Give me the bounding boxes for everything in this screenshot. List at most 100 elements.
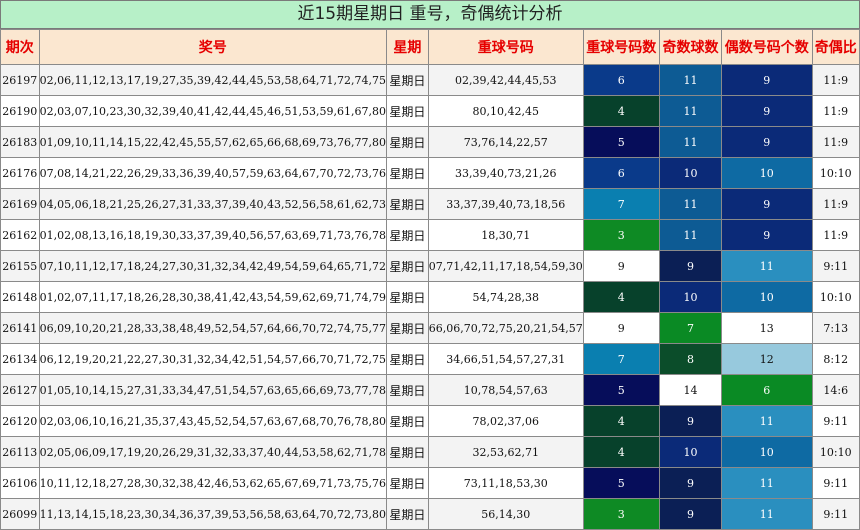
page-title: 近15期星期日 重号，奇偶统计分析 [0,0,860,29]
table-row[interactable]: 26148 01,02,07,11,17,18,26,28,30,38,41,42… [0,281,860,313]
col-header-repeats[interactable]: 重球号码 [427,29,584,65]
odd-count-cell: 11 [658,188,723,220]
issue-cell: 26169 [0,188,40,220]
table-row[interactable]: 26155 07,10,11,12,17,18,24,27,30,31,32,34… [0,250,860,282]
day-cell: 星期日 [385,126,429,158]
numbers-cell: 01,05,10,14,15,27,31,33,34,47,51,54,57,6… [38,374,387,406]
day-cell: 星期日 [385,95,429,127]
issue-cell: 26127 [0,374,40,406]
table-row[interactable]: 26120 02,03,06,10,16,21,35,37,43,45,52,54… [0,405,860,437]
repeat-count-cell: 6 [582,64,660,96]
numbers-cell: 10,11,12,18,27,28,30,32,38,42,46,53,62,6… [38,467,387,499]
table-row[interactable]: 26113 02,05,06,09,17,19,20,26,29,31,32,33… [0,436,860,468]
repeats-cell: 66,06,70,72,75,20,21,54,57 [427,312,584,344]
table-row[interactable]: 26141 06,09,10,20,21,28,33,38,48,49,52,54… [0,312,860,344]
odd-count-cell: 10 [658,157,723,189]
day-cell: 星期日 [385,436,429,468]
day-cell: 星期日 [385,64,429,96]
odd-count-cell: 14 [658,374,723,406]
even-count-cell: 12 [721,343,813,375]
ratio-cell: 11:9 [811,95,860,127]
table-row[interactable]: 26190 02,03,07,10,23,30,32,39,40,41,42,44… [0,95,860,127]
repeats-cell: 07,71,42,11,17,18,54,59,30 [427,250,584,282]
numbers-cell: 02,03,07,10,23,30,32,39,40,41,42,44,45,4… [38,95,387,127]
ratio-cell: 11:9 [811,219,860,251]
table-row[interactable]: 26162 01,02,08,13,16,18,19,30,33,37,39,40… [0,219,860,251]
day-cell: 星期日 [385,157,429,189]
table-row[interactable]: 26197 02,06,11,12,13,17,19,27,35,39,42,44… [0,64,860,96]
col-header-even-count[interactable]: 偶数号码个数 [721,29,813,65]
table-body: 26197 02,06,11,12,13,17,19,27,35,39,42,44… [0,64,860,530]
repeat-count-cell: 5 [582,126,660,158]
repeat-count-cell: 7 [582,188,660,220]
ratio-cell: 7:13 [811,312,860,344]
numbers-cell: 11,13,14,15,18,23,30,34,36,37,39,53,56,5… [38,498,387,530]
odd-count-cell: 9 [658,405,723,437]
ratio-cell: 11:9 [811,126,860,158]
col-header-issue[interactable]: 期次 [0,29,40,65]
repeat-count-cell: 4 [582,281,660,313]
col-header-numbers[interactable]: 奖号 [38,29,387,65]
day-cell: 星期日 [385,250,429,282]
issue-cell: 26148 [0,281,40,313]
col-header-ratio[interactable]: 奇偶比 [811,29,860,65]
issue-cell: 26141 [0,312,40,344]
odd-count-cell: 9 [658,250,723,282]
numbers-cell: 02,05,06,09,17,19,20,26,29,31,32,33,37,4… [38,436,387,468]
repeats-cell: 10,78,54,57,63 [427,374,584,406]
day-cell: 星期日 [385,188,429,220]
odd-count-cell: 7 [658,312,723,344]
col-header-odd-count[interactable]: 奇数球数 [658,29,723,65]
numbers-cell: 06,09,10,20,21,28,33,38,48,49,52,54,57,6… [38,312,387,344]
numbers-cell: 01,09,10,11,14,15,22,42,45,55,57,62,65,6… [38,126,387,158]
numbers-cell: 06,12,19,20,21,22,27,30,31,32,34,42,51,5… [38,343,387,375]
repeats-cell: 56,14,30 [427,498,584,530]
even-count-cell: 9 [721,188,813,220]
table-row[interactable]: 26183 01,09,10,11,14,15,22,42,45,55,57,62… [0,126,860,158]
day-cell: 星期日 [385,312,429,344]
table-row[interactable]: 26106 10,11,12,18,27,28,30,32,38,42,46,53… [0,467,860,499]
even-count-cell: 6 [721,374,813,406]
odd-count-cell: 11 [658,64,723,96]
repeats-cell: 32,53,62,71 [427,436,584,468]
even-count-cell: 9 [721,126,813,158]
repeats-cell: 33,37,39,40,73,18,56 [427,188,584,220]
col-header-day[interactable]: 星期 [385,29,429,65]
odd-count-cell: 11 [658,95,723,127]
day-cell: 星期日 [385,281,429,313]
table-row[interactable]: 26176 07,08,14,21,22,26,29,33,36,39,40,57… [0,157,860,189]
odd-count-cell: 11 [658,219,723,251]
day-cell: 星期日 [385,219,429,251]
table-row[interactable]: 26169 04,05,06,18,21,25,26,27,31,33,37,39… [0,188,860,220]
repeats-cell: 18,30,71 [427,219,584,251]
header-row: 期次 奖号 星期 重球号码 重球号码数 奇数球数 偶数号码个数 奇偶比 [0,29,860,65]
repeat-count-cell: 9 [582,250,660,282]
even-count-cell: 13 [721,312,813,344]
table-row[interactable]: 26127 01,05,10,14,15,27,31,33,34,47,51,54… [0,374,860,406]
even-count-cell: 11 [721,250,813,282]
issue-cell: 26099 [0,498,40,530]
numbers-cell: 02,03,06,10,16,21,35,37,43,45,52,54,57,6… [38,405,387,437]
even-count-cell: 11 [721,467,813,499]
repeat-count-cell: 9 [582,312,660,344]
repeat-count-cell: 3 [582,219,660,251]
numbers-cell: 07,08,14,21,22,26,29,33,36,39,40,57,59,6… [38,157,387,189]
issue-cell: 26162 [0,219,40,251]
ratio-cell: 8:12 [811,343,860,375]
repeat-count-cell: 5 [582,374,660,406]
ratio-cell: 11:9 [811,188,860,220]
numbers-cell: 01,02,07,11,17,18,26,28,30,38,41,42,43,5… [38,281,387,313]
ratio-cell: 9:11 [811,250,860,282]
table-row[interactable]: 26134 06,12,19,20,21,22,27,30,31,32,34,42… [0,343,860,375]
repeat-count-cell: 3 [582,498,660,530]
ratio-cell: 10:10 [811,281,860,313]
even-count-cell: 9 [721,95,813,127]
table-row[interactable]: 26099 11,13,14,15,18,23,30,34,36,37,39,53… [0,498,860,530]
ratio-cell: 11:9 [811,64,860,96]
col-header-repeat-count[interactable]: 重球号码数 [582,29,660,65]
day-cell: 星期日 [385,343,429,375]
repeats-cell: 78,02,37,06 [427,405,584,437]
even-count-cell: 11 [721,498,813,530]
repeats-cell: 02,39,42,44,45,53 [427,64,584,96]
numbers-cell: 02,06,11,12,13,17,19,27,35,39,42,44,45,5… [38,64,387,96]
